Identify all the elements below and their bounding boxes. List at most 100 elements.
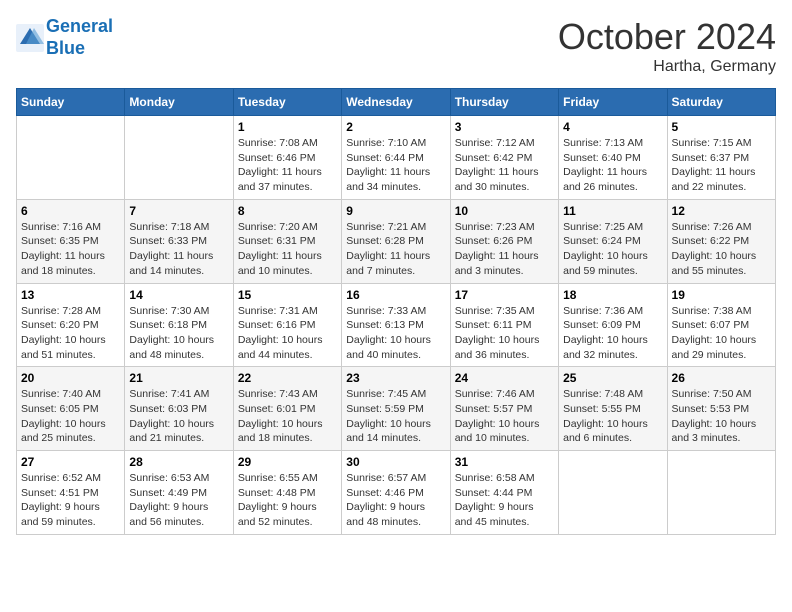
day-info: Sunrise: 7:28 AM Sunset: 6:20 PM Dayligh…: [21, 304, 120, 363]
calendar-cell: 20 Sunrise: 7:40 AM Sunset: 6:05 PM Dayli…: [17, 367, 125, 451]
weekday-header-sunday: Sunday: [17, 89, 125, 116]
day-info: Sunrise: 7:36 AM Sunset: 6:09 PM Dayligh…: [563, 304, 662, 363]
day-number: 16: [346, 288, 445, 302]
calendar-cell: 29 Sunrise: 6:55 AM Sunset: 4:48 PM Dayli…: [233, 451, 341, 535]
day-info: Sunrise: 7:20 AM Sunset: 6:31 PM Dayligh…: [238, 220, 337, 279]
day-info: Sunrise: 7:08 AM Sunset: 6:46 PM Dayligh…: [238, 136, 337, 195]
day-info: Sunrise: 7:40 AM Sunset: 6:05 PM Dayligh…: [21, 387, 120, 446]
calendar-cell: 27 Sunrise: 6:52 AM Sunset: 4:51 PM Dayli…: [17, 451, 125, 535]
day-number: 21: [129, 371, 228, 385]
calendar-cell: 5 Sunrise: 7:15 AM Sunset: 6:37 PM Daylig…: [667, 116, 775, 200]
day-info: Sunrise: 6:53 AM Sunset: 4:49 PM Dayligh…: [129, 471, 228, 530]
calendar-cell: 8 Sunrise: 7:20 AM Sunset: 6:31 PM Daylig…: [233, 199, 341, 283]
calendar-cell: 7 Sunrise: 7:18 AM Sunset: 6:33 PM Daylig…: [125, 199, 233, 283]
day-info: Sunrise: 7:38 AM Sunset: 6:07 PM Dayligh…: [672, 304, 771, 363]
day-number: 25: [563, 371, 662, 385]
calendar-cell: 21 Sunrise: 7:41 AM Sunset: 6:03 PM Dayli…: [125, 367, 233, 451]
day-number: 22: [238, 371, 337, 385]
calendar-cell: [125, 116, 233, 200]
day-info: Sunrise: 7:31 AM Sunset: 6:16 PM Dayligh…: [238, 304, 337, 363]
page-header: General Blue October 2024 Hartha, German…: [16, 16, 776, 76]
title-block: October 2024 Hartha, Germany: [558, 16, 776, 76]
weekday-header-wednesday: Wednesday: [342, 89, 450, 116]
day-number: 8: [238, 204, 337, 218]
calendar-cell: 28 Sunrise: 6:53 AM Sunset: 4:49 PM Dayli…: [125, 451, 233, 535]
weekday-header-thursday: Thursday: [450, 89, 558, 116]
weekday-header-friday: Friday: [559, 89, 667, 116]
day-number: 1: [238, 120, 337, 134]
day-info: Sunrise: 7:13 AM Sunset: 6:40 PM Dayligh…: [563, 136, 662, 195]
calendar-cell: [559, 451, 667, 535]
calendar-week-1: 1 Sunrise: 7:08 AM Sunset: 6:46 PM Daylig…: [17, 116, 776, 200]
day-number: 2: [346, 120, 445, 134]
calendar-cell: 6 Sunrise: 7:16 AM Sunset: 6:35 PM Daylig…: [17, 199, 125, 283]
calendar-cell: 13 Sunrise: 7:28 AM Sunset: 6:20 PM Dayli…: [17, 283, 125, 367]
day-number: 7: [129, 204, 228, 218]
weekday-header-tuesday: Tuesday: [233, 89, 341, 116]
calendar-cell: 14Sunrise: 7:30 AM Sunset: 6:18 PM Dayli…: [125, 283, 233, 367]
weekday-header-monday: Monday: [125, 89, 233, 116]
calendar-week-2: 6 Sunrise: 7:16 AM Sunset: 6:35 PM Daylig…: [17, 199, 776, 283]
day-number: 24: [455, 371, 554, 385]
day-info: Sunrise: 7:33 AM Sunset: 6:13 PM Dayligh…: [346, 304, 445, 363]
day-info: Sunrise: 7:23 AM Sunset: 6:26 PM Dayligh…: [455, 220, 554, 279]
day-number: 6: [21, 204, 120, 218]
calendar-cell: 24 Sunrise: 7:46 AM Sunset: 5:57 PM Dayli…: [450, 367, 558, 451]
calendar-cell: 22Sunrise: 7:43 AM Sunset: 6:01 PM Dayli…: [233, 367, 341, 451]
day-info: Sunrise: 7:26 AM Sunset: 6:22 PM Dayligh…: [672, 220, 771, 279]
location: Hartha, Germany: [558, 58, 776, 76]
calendar-cell: [667, 451, 775, 535]
day-number: 10: [455, 204, 554, 218]
day-number: 9: [346, 204, 445, 218]
calendar-cell: 17Sunrise: 7:35 AM Sunset: 6:11 PM Dayli…: [450, 283, 558, 367]
calendar-cell: 2 Sunrise: 7:10 AM Sunset: 6:44 PM Daylig…: [342, 116, 450, 200]
calendar-cell: 16 Sunrise: 7:33 AM Sunset: 6:13 PM Dayli…: [342, 283, 450, 367]
day-info: Sunrise: 7:35 AM Sunset: 6:11 PM Dayligh…: [455, 304, 554, 363]
day-info: Sunrise: 6:57 AM Sunset: 4:46 PM Dayligh…: [346, 471, 445, 530]
day-number: 18: [563, 288, 662, 302]
calendar-cell: 25 Sunrise: 7:48 AM Sunset: 5:55 PM Dayli…: [559, 367, 667, 451]
calendar-cell: 4Sunrise: 7:13 AM Sunset: 6:40 PM Daylig…: [559, 116, 667, 200]
day-info: Sunrise: 6:58 AM Sunset: 4:44 PM Dayligh…: [455, 471, 554, 530]
calendar-cell: 31 Sunrise: 6:58 AM Sunset: 4:44 PM Dayli…: [450, 451, 558, 535]
day-number: 29: [238, 455, 337, 469]
day-number: 27: [21, 455, 120, 469]
day-number: 30: [346, 455, 445, 469]
logo-line2: Blue: [46, 38, 85, 58]
calendar-cell: 12 Sunrise: 7:26 AM Sunset: 6:22 PM Dayli…: [667, 199, 775, 283]
day-info: Sunrise: 6:55 AM Sunset: 4:48 PM Dayligh…: [238, 471, 337, 530]
day-number: 13: [21, 288, 120, 302]
day-number: 20: [21, 371, 120, 385]
day-number: 19: [672, 288, 771, 302]
day-info: Sunrise: 7:12 AM Sunset: 6:42 PM Dayligh…: [455, 136, 554, 195]
day-info: Sunrise: 7:46 AM Sunset: 5:57 PM Dayligh…: [455, 387, 554, 446]
calendar-cell: 15 Sunrise: 7:31 AM Sunset: 6:16 PM Dayli…: [233, 283, 341, 367]
logo-line1: General: [46, 16, 113, 36]
calendar-cell: 1 Sunrise: 7:08 AM Sunset: 6:46 PM Daylig…: [233, 116, 341, 200]
day-info: Sunrise: 7:18 AM Sunset: 6:33 PM Dayligh…: [129, 220, 228, 279]
day-info: Sunrise: 7:21 AM Sunset: 6:28 PM Dayligh…: [346, 220, 445, 279]
day-info: Sunrise: 7:48 AM Sunset: 5:55 PM Dayligh…: [563, 387, 662, 446]
day-info: Sunrise: 7:10 AM Sunset: 6:44 PM Dayligh…: [346, 136, 445, 195]
day-number: 15: [238, 288, 337, 302]
day-info: Sunrise: 7:25 AM Sunset: 6:24 PM Dayligh…: [563, 220, 662, 279]
calendar-table: SundayMondayTuesdayWednesdayThursdayFrid…: [16, 88, 776, 535]
weekday-header-saturday: Saturday: [667, 89, 775, 116]
calendar-cell: 30 Sunrise: 6:57 AM Sunset: 4:46 PM Dayli…: [342, 451, 450, 535]
day-info: Sunrise: 7:15 AM Sunset: 6:37 PM Dayligh…: [672, 136, 771, 195]
calendar-cell: 18 Sunrise: 7:36 AM Sunset: 6:09 PM Dayli…: [559, 283, 667, 367]
day-info: Sunrise: 7:41 AM Sunset: 6:03 PM Dayligh…: [129, 387, 228, 446]
day-number: 5: [672, 120, 771, 134]
calendar-cell: 9 Sunrise: 7:21 AM Sunset: 6:28 PM Daylig…: [342, 199, 450, 283]
day-info: Sunrise: 7:16 AM Sunset: 6:35 PM Dayligh…: [21, 220, 120, 279]
day-number: 26: [672, 371, 771, 385]
day-info: Sunrise: 7:50 AM Sunset: 5:53 PM Dayligh…: [672, 387, 771, 446]
day-number: 31: [455, 455, 554, 469]
day-number: 28: [129, 455, 228, 469]
calendar-cell: 19 Sunrise: 7:38 AM Sunset: 6:07 PM Dayli…: [667, 283, 775, 367]
day-info: Sunrise: 6:52 AM Sunset: 4:51 PM Dayligh…: [21, 471, 120, 530]
calendar-cell: 11Sunrise: 7:25 AM Sunset: 6:24 PM Dayli…: [559, 199, 667, 283]
day-number: 12: [672, 204, 771, 218]
calendar-cell: 23Sunrise: 7:45 AM Sunset: 5:59 PM Dayli…: [342, 367, 450, 451]
calendar-cell: 10 Sunrise: 7:23 AM Sunset: 6:26 PM Dayli…: [450, 199, 558, 283]
